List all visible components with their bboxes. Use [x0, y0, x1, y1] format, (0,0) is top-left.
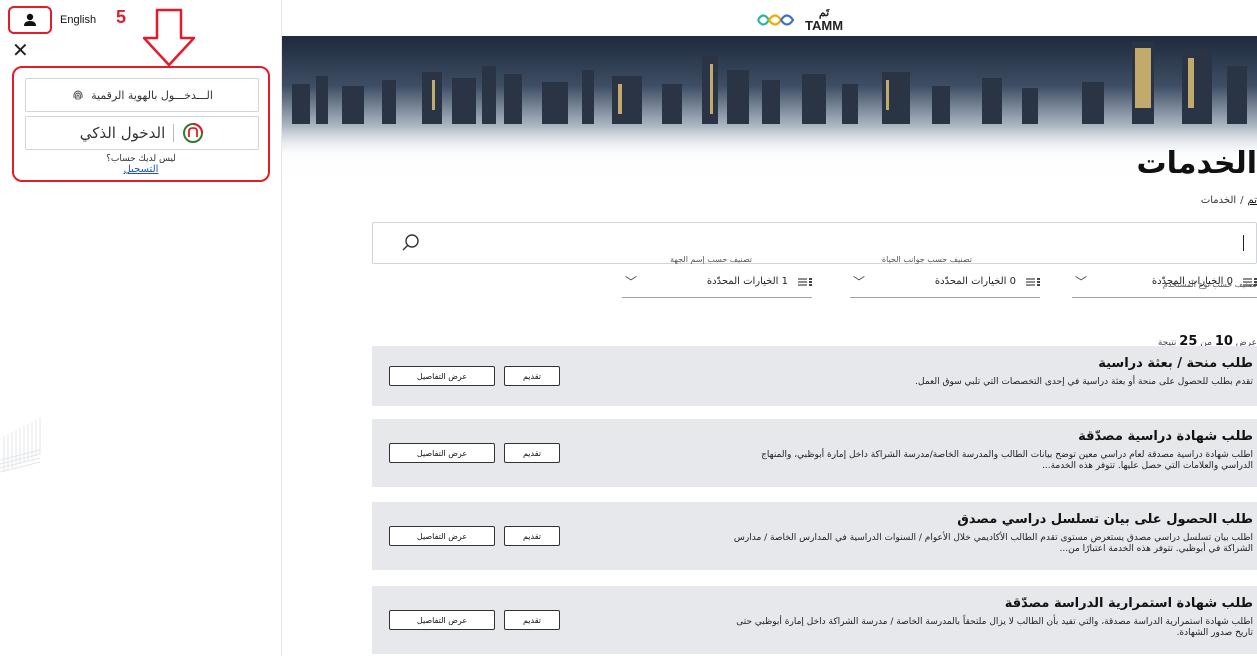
login-options-box: الـــدخـــول بالهوية الرقمية الدخول الذك… — [12, 66, 270, 182]
tamm-logo-icon — [757, 14, 795, 26]
filter-label-entity-name: تصنيف حسب إسم الجهة — [670, 255, 752, 264]
tamm-logo-text: تَم TAMM — [805, 8, 844, 33]
main-content: تَم TAMM الخدمات تم / الخدمات تصنيف حسب … — [282, 0, 1257, 656]
smart-login-icon — [183, 123, 204, 143]
hero-banner: الخدمات — [282, 36, 1257, 201]
filter-value-life-aspects: 0 الخيارات المحدّدة — [934, 276, 1016, 287]
service-title[interactable]: طلب منحة / بعثة دراسية — [1098, 356, 1253, 371]
service-title[interactable]: طلب شهادة استمرارية الدراسة مصدّقة — [1005, 596, 1253, 611]
service-title[interactable]: طلب الحصول على بيان تسلسل دراسي مصدق — [957, 512, 1253, 527]
smart-login-label: الدخول الذكي — [79, 124, 166, 142]
view-details-button[interactable]: عرض التفاصيل — [389, 366, 495, 386]
search-icon — [402, 234, 419, 251]
service-description: اطلب شهادة دراسية مصدقة لعام دراسي معين … — [761, 450, 1253, 471]
filter-select-entity-name[interactable]: 1 الخيارات المحدّدة ﹀ — [622, 266, 812, 298]
search-button[interactable] — [401, 233, 421, 257]
side-menu-header: English 5 — [0, 0, 281, 67]
apply-button[interactable]: تقديم — [504, 610, 560, 630]
decorative-pattern — [0, 418, 41, 473]
service-description: اطلب بيان تسلسل دراسي مصدق يستعرض مستوى … — [733, 533, 1253, 554]
service-description: تقدم بطلب للحصول على منحة أو بعثة دراسية… — [915, 377, 1253, 387]
search-input[interactable] — [372, 222, 1257, 264]
view-details-button[interactable]: عرض التفاصيل — [389, 443, 495, 463]
no-account-text: ليس لديك حساب؟ — [106, 154, 176, 164]
filter-value-entity-name: 1 الخيارات المحدّدة — [706, 276, 788, 287]
service-title[interactable]: طلب شهادة دراسية مصدّقة — [1078, 429, 1253, 444]
service-card: طلب شهادة دراسية مصدّقة اطلب شهادة دراسي… — [372, 419, 1257, 487]
filter-select-life-aspects[interactable]: 0 الخيارات المحدّدة ﹀ — [850, 266, 1040, 298]
service-card: طلب منحة / بعثة دراسية تقدم بطلب للحصول … — [372, 346, 1257, 406]
uae-pass-login-button[interactable]: الـــدخـــول بالهوية الرقمية — [25, 78, 259, 112]
fingerprint-icon — [73, 90, 83, 101]
page-title: الخدمات — [1136, 146, 1257, 181]
apply-button[interactable]: تقديم — [504, 443, 560, 463]
smart-login-divider — [173, 124, 175, 142]
annotation-arrow-icon — [142, 8, 196, 67]
register-link[interactable]: التسجيل — [14, 164, 268, 175]
service-card: طلب شهادة استمرارية الدراسة مصدّقة اطلب … — [372, 586, 1257, 654]
breadcrumb-current: الخدمات — [1200, 195, 1237, 206]
step-number-annotation: 5 — [116, 7, 127, 27]
tamm-logo-latin: TAMM — [805, 18, 844, 33]
tamm-logo[interactable]: تَم TAMM — [755, 8, 843, 32]
uae-pass-login-label: الـــدخـــول بالهوية الرقمية — [91, 88, 213, 102]
view-details-button[interactable]: عرض التفاصيل — [389, 526, 495, 546]
language-switch-link[interactable]: English — [60, 14, 96, 26]
breadcrumb: تم / الخدمات — [1201, 195, 1257, 206]
user-account-button[interactable] — [8, 6, 52, 34]
chevron-down-icon: ﹀ — [1074, 275, 1087, 289]
filter-list-icon — [1026, 277, 1040, 286]
city-skyline-image — [282, 36, 1257, 201]
filter-select-user-type[interactable]: 0 الخيارات المحدّدة ﹀ — [1072, 266, 1257, 298]
breadcrumb-home-link[interactable]: تم — [1248, 195, 1257, 206]
filter-list-icon — [798, 277, 812, 286]
user-icon — [24, 13, 36, 26]
apply-button[interactable]: تقديم — [504, 366, 560, 386]
chevron-down-icon: ﹀ — [624, 275, 637, 289]
smart-login-button[interactable]: الدخول الذكي — [25, 116, 259, 150]
filter-value-user-type: 0 الخيارات المحدّدة — [1151, 276, 1233, 287]
filter-list-icon — [1243, 277, 1257, 286]
apply-button[interactable]: تقديم — [504, 526, 560, 546]
chevron-down-icon: ﹀ — [852, 275, 865, 289]
view-details-button[interactable]: عرض التفاصيل — [389, 610, 495, 630]
breadcrumb-separator: / — [1240, 195, 1244, 206]
filter-label-life-aspects: تصنيف حسب جوانب الحياة — [881, 255, 972, 264]
close-icon[interactable]: ✕ — [12, 40, 29, 60]
side-menu-panel: English 5 ✕ الـــدخـــول بالهوية الرقمية — [0, 0, 282, 656]
service-card: طلب الحصول على بيان تسلسل دراسي مصدق اطل… — [372, 502, 1257, 570]
service-description: اطلب شهادة استمرارية الدراسة مصدقة، والت… — [736, 617, 1253, 638]
text-caret — [1243, 235, 1244, 251]
